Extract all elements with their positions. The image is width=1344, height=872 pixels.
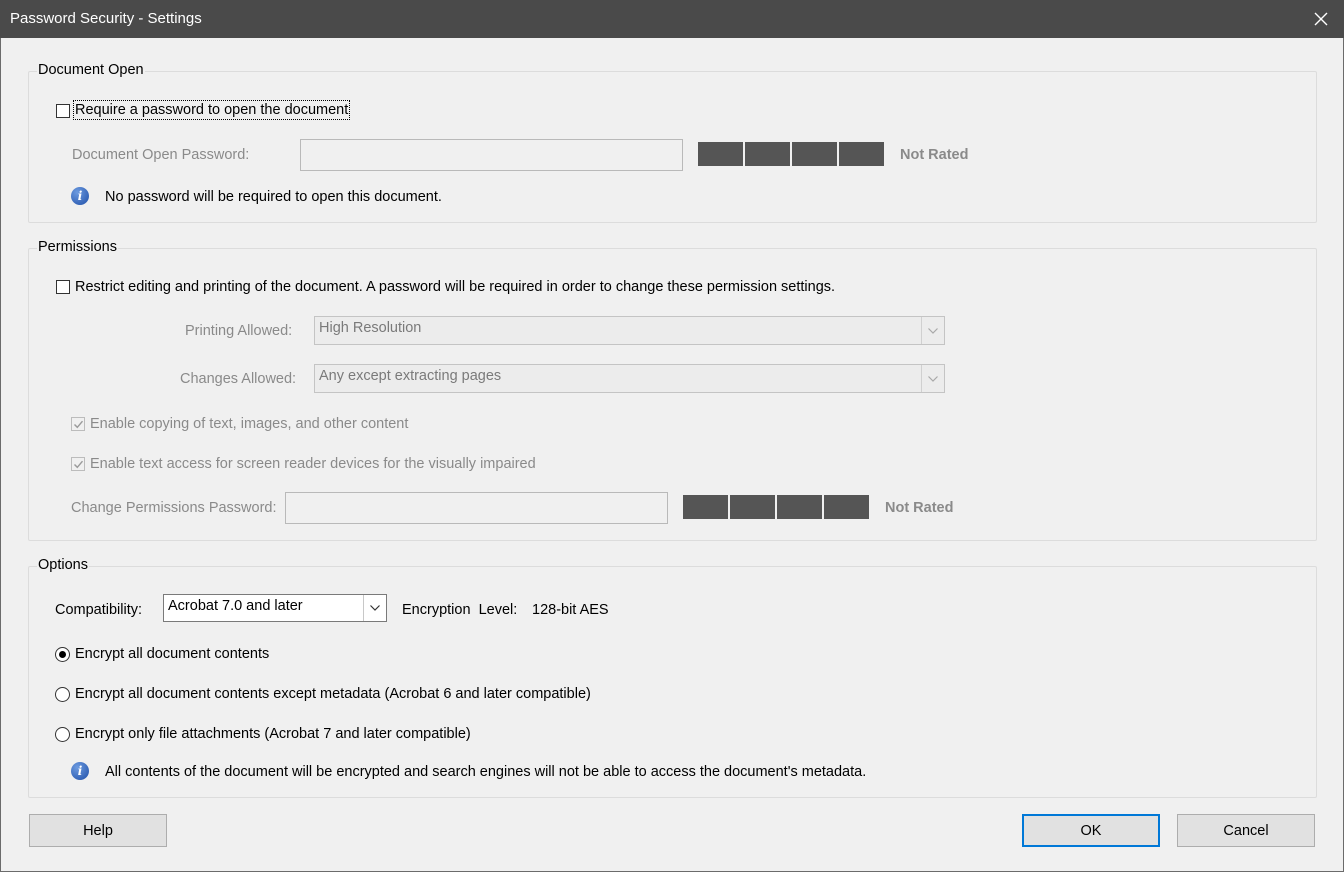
title-bar: Password Security - Settings xyxy=(0,0,1344,38)
checkmark-icon xyxy=(74,460,84,469)
strength-segment xyxy=(824,495,869,519)
permissions-password-strength-meter xyxy=(683,495,869,519)
changes-allowed-dropdown[interactable]: Any except extracting pages xyxy=(314,364,945,393)
info-icon: i xyxy=(71,187,89,205)
close-button[interactable] xyxy=(1298,0,1344,38)
require-password-label[interactable]: Require a password to open the document xyxy=(72,100,351,120)
ok-button-label: OK xyxy=(1080,822,1102,839)
change-permissions-password-label: Change Permissions Password: xyxy=(71,500,277,516)
change-permissions-password-field[interactable] xyxy=(285,492,668,524)
encrypt-all-label[interactable]: Encrypt all document contents xyxy=(75,646,269,662)
encrypt-all-radio[interactable] xyxy=(55,647,70,662)
compatibility-label: Compatibility: xyxy=(55,602,143,618)
encrypt-except-metadata-radio[interactable] xyxy=(55,687,70,702)
info-icon: i xyxy=(71,762,89,780)
chevron-down-icon xyxy=(921,365,944,392)
encrypt-attachments-label[interactable]: Encrypt only file attachments (Acrobat 7… xyxy=(75,726,471,742)
cancel-button-label: Cancel xyxy=(1223,822,1269,839)
options-info-text: All contents of the document will be enc… xyxy=(105,764,867,780)
restrict-editing-label[interactable]: Restrict editing and printing of the doc… xyxy=(75,279,835,295)
require-password-checkbox[interactable] xyxy=(56,104,70,118)
strength-segment xyxy=(839,142,884,166)
document-open-password-field[interactable] xyxy=(300,139,683,171)
changes-allowed-label: Changes Allowed: xyxy=(180,371,297,387)
cancel-button[interactable]: Cancel xyxy=(1177,814,1315,847)
encryption-level-label: Encryption Level: xyxy=(402,602,518,618)
strength-segment xyxy=(683,495,728,519)
password-strength-rating: Not Rated xyxy=(900,147,969,163)
permissions-password-strength-rating: Not Rated xyxy=(885,500,954,516)
document-open-password-label: Document Open Password: xyxy=(72,147,250,163)
enable-screen-reader-checkbox[interactable] xyxy=(71,457,85,471)
printing-allowed-label: Printing Allowed: xyxy=(185,323,293,339)
printing-allowed-dropdown[interactable]: High Resolution xyxy=(314,316,945,345)
compatibility-dropdown[interactable]: Acrobat 7.0 and later xyxy=(163,594,387,622)
help-button-label: Help xyxy=(83,822,113,839)
close-icon xyxy=(1314,12,1328,26)
encryption-level-value: 128-bit AES xyxy=(532,602,609,618)
permissions-group: Permissions Restrict editing and printin… xyxy=(28,239,1317,541)
strength-segment xyxy=(698,142,743,166)
help-button[interactable]: Help xyxy=(29,814,167,847)
restrict-editing-checkbox[interactable] xyxy=(56,280,70,294)
printing-allowed-value: High Resolution xyxy=(319,320,422,336)
enable-copying-checkbox[interactable] xyxy=(71,417,85,431)
strength-segment xyxy=(777,495,822,519)
enable-copying-label: Enable copying of text, images, and othe… xyxy=(90,416,409,432)
enable-screen-reader-label: Enable text access for screen reader dev… xyxy=(90,456,536,472)
options-legend: Options xyxy=(37,557,89,573)
encrypt-attachments-radio[interactable] xyxy=(55,727,70,742)
chevron-down-icon xyxy=(363,595,386,621)
changes-allowed-value: Any except extracting pages xyxy=(319,368,502,384)
document-open-info-text: No password will be required to open thi… xyxy=(105,189,442,205)
strength-segment xyxy=(730,495,775,519)
compatibility-value: Acrobat 7.0 and later xyxy=(168,598,303,614)
password-strength-meter xyxy=(698,142,884,166)
checkmark-icon xyxy=(74,420,84,429)
chevron-down-icon xyxy=(921,317,944,344)
permissions-legend: Permissions xyxy=(37,239,118,255)
strength-segment xyxy=(745,142,790,166)
radio-selected-dot xyxy=(59,651,66,658)
strength-segment xyxy=(792,142,837,166)
document-open-group: Document Open Require a password to open… xyxy=(28,62,1317,223)
ok-button[interactable]: OK xyxy=(1022,814,1160,847)
options-group: Options Compatibility: Acrobat 7.0 and l… xyxy=(28,557,1317,798)
encrypt-except-metadata-label[interactable]: Encrypt all document contents except met… xyxy=(75,686,591,702)
document-open-legend: Document Open xyxy=(37,62,145,78)
window-title: Password Security - Settings xyxy=(10,10,202,27)
